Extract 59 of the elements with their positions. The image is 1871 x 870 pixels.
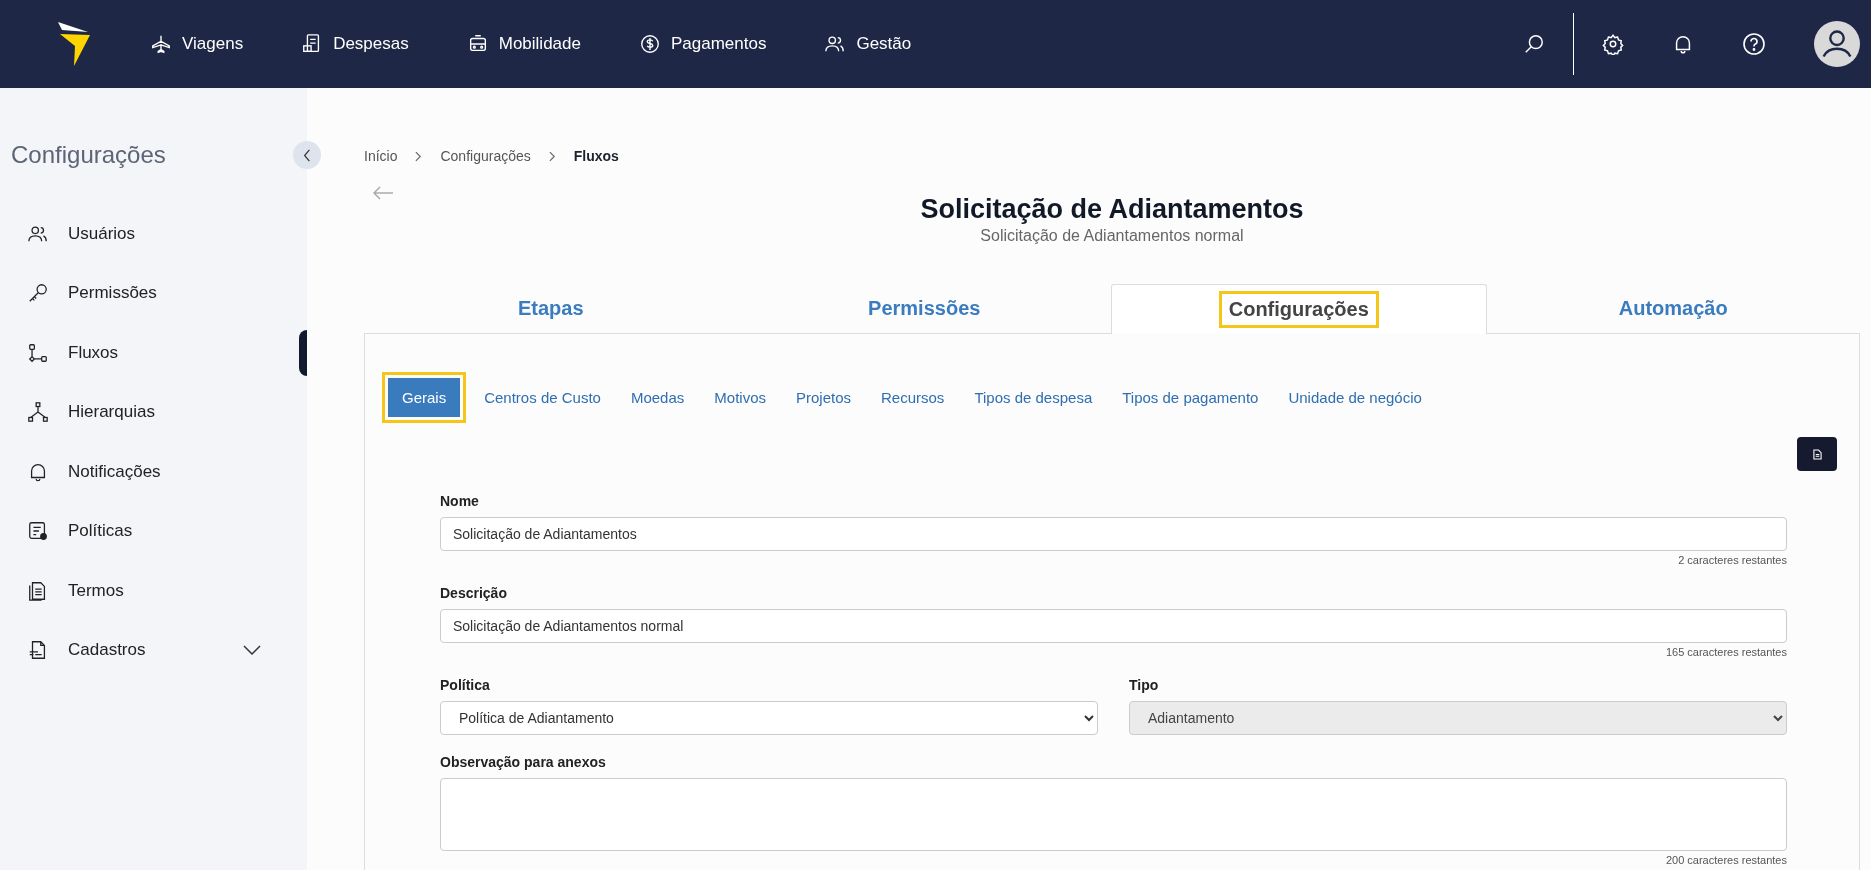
page-subtitle: Solicitação de Adiantamentos normal [980, 227, 1244, 245]
subtab[interactable]: Projetos [784, 373, 863, 422]
field-label: Descrição [440, 585, 508, 601]
sidebar-item[interactable]: Notificações [0, 442, 307, 502]
breadcrumb-link[interactable]: Fluxos [573, 148, 619, 164]
collapse-button[interactable] [293, 141, 321, 169]
subtab[interactable]: Tipos de pagamento [1110, 373, 1271, 422]
sidebar-item[interactable]: Cadastros [0, 620, 307, 680]
subtab[interactable]: Recursos [869, 373, 957, 422]
plane-icon [150, 33, 172, 55]
tab[interactable]: Configurações [1111, 284, 1487, 334]
policy-icon [27, 520, 49, 543]
character-counter: 200 caracteres restantes [1665, 854, 1787, 866]
sidebar-item[interactable]: Permissões [0, 263, 307, 323]
flow-icon [27, 341, 49, 364]
dollar-icon [639, 33, 661, 55]
chevron-right-icon [548, 150, 556, 162]
textarea-field[interactable] [440, 778, 1787, 851]
logo-icon[interactable] [58, 22, 90, 66]
subtab[interactable]: Gerais [382, 372, 467, 423]
text-field[interactable]: Solicitação de Adiantamentos normal [440, 609, 1787, 643]
sidebar-item[interactable]: Fluxos [0, 323, 307, 383]
avatar-icon[interactable] [1814, 21, 1860, 67]
chevron-down-icon [243, 645, 261, 656]
breadcrumb-link[interactable]: Configurações [440, 148, 531, 164]
field-label: Observação para anexos [440, 754, 607, 770]
character-counter: 2 caracteres restantes [1678, 554, 1787, 566]
sidebar-item[interactable]: Termos [0, 561, 307, 621]
subtab[interactable]: Centros de Custo [472, 373, 613, 422]
field-label: Nome [440, 493, 480, 509]
nav-link[interactable]: Viagens [150, 33, 244, 55]
subtab[interactable]: Motivos [702, 373, 778, 422]
character-counter: 165 caracteres restantes [1665, 646, 1787, 658]
subtab[interactable]: Tipos de despesa [962, 373, 1105, 422]
page-title: Solicitação de Adiantamentos [920, 194, 1304, 225]
sidebar-item[interactable]: Políticas [0, 501, 307, 561]
breadcrumb-link[interactable]: Início [364, 148, 398, 164]
subtab[interactable]: Unidade de negócio [1276, 373, 1434, 422]
field-label: Política [440, 677, 491, 693]
sidebar-title: Configurações [11, 141, 166, 169]
hierarchy-icon [27, 401, 49, 424]
active-indicator [299, 330, 307, 376]
sidebar-item[interactable]: Hierarquias [0, 382, 307, 442]
nav-link[interactable]: Gestão [824, 33, 912, 55]
document-icon [1812, 448, 1822, 460]
text-field[interactable]: Solicitação de Adiantamentos [440, 517, 1787, 551]
chevron-right-icon [415, 150, 423, 162]
nav-link[interactable]: Pagamentos [639, 33, 767, 55]
settings-icon[interactable] [1602, 33, 1624, 55]
document-button[interactable] [1797, 437, 1837, 471]
help-icon[interactable] [1742, 32, 1766, 56]
search-icon[interactable] [1523, 33, 1545, 55]
dropdown-field[interactable]: Política de Adiantamento [440, 701, 1098, 735]
chevron-left-icon [303, 148, 311, 162]
sidebar-item[interactable]: Usuários [0, 204, 307, 264]
nav-link[interactable]: Mobilidade [466, 33, 581, 55]
field-label: Tipo [1129, 677, 1160, 693]
subtab[interactable]: Moedas [618, 373, 697, 422]
nav-link[interactable]: Despesas [301, 33, 409, 55]
